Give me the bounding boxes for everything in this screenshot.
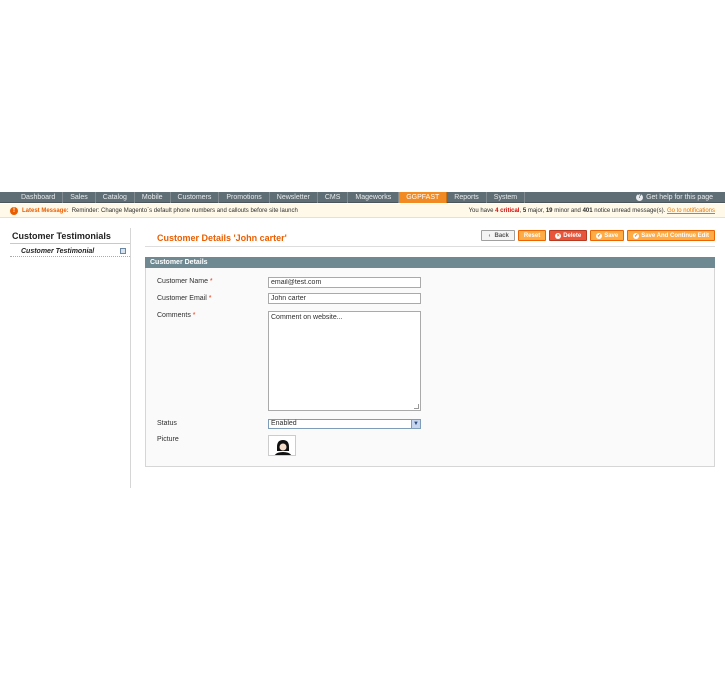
top-navigation: Dashboard Sales Catalog Mobile Customers… — [0, 191, 725, 203]
status-select[interactable]: Enabled ▼ — [268, 419, 421, 429]
back-arrow-icon: ‹ — [488, 232, 491, 239]
save-check-icon: ✓ — [596, 232, 603, 239]
save-button-label: Save — [604, 232, 619, 239]
picture-label: Picture — [157, 436, 179, 443]
chevron-down-icon: ▼ — [411, 420, 420, 428]
notice-summary: You have 4 critical, 5 major, 19 minor a… — [468, 208, 715, 214]
nav-item-customers[interactable]: Customers — [171, 191, 220, 203]
notice-summary-prefix: You have — [468, 208, 494, 214]
customer-email-input[interactable] — [268, 293, 421, 304]
nav-item-dashboard[interactable]: Dashboard — [14, 191, 64, 203]
nav-item-mageworks[interactable]: Mageworks — [348, 191, 400, 203]
notification-bar: ! Latest Message: Reminder: Change Magen… — [0, 204, 725, 218]
status-value: Enabled — [271, 420, 297, 427]
customer-email-label: Customer Email * — [157, 295, 211, 302]
nav-item-catalog[interactable]: Catalog — [96, 191, 135, 203]
help-icon: ? — [636, 194, 644, 201]
customer-name-label: Customer Name * — [157, 278, 213, 285]
customer-email-label-text: Customer Email — [157, 295, 207, 302]
nav-item-promotions[interactable]: Promotions — [219, 191, 270, 203]
notice-count-label: notice unread message(s). — [594, 208, 666, 214]
sidebar-item-customer-testimonial[interactable]: Customer Testimonial — [10, 246, 130, 257]
delete-icon: × — [555, 232, 562, 239]
go-to-notifications-link[interactable]: Go to notifications — [667, 208, 715, 214]
nav-item-system[interactable]: System — [487, 191, 526, 203]
notice-label: Latest Message: — [22, 207, 69, 214]
comments-label-text: Comments — [157, 312, 191, 319]
customer-name-input[interactable] — [268, 277, 421, 288]
delete-button[interactable]: × Delete — [549, 230, 588, 241]
nav-item-ggpfast[interactable]: GGPFAST — [399, 191, 448, 203]
reset-button-label: Reset — [523, 232, 541, 239]
page-title: Customer Details 'John carter' — [157, 233, 287, 243]
action-buttons: ‹ Back Reset × Delete ✓ Save ✓ Save And … — [480, 230, 715, 241]
notice-count: 401 — [582, 208, 593, 214]
back-button-label: Back — [494, 232, 509, 239]
customer-name-label-text: Customer Name — [157, 278, 208, 285]
sidebar-title: Customer Testimonials — [10, 228, 130, 244]
sidebar-item-label: Customer Testimonial — [21, 248, 95, 255]
save-and-continue-button-label: Save And Continue Edit — [641, 232, 709, 239]
customer-details-form: Customer Name * Customer Email * Comment… — [145, 268, 715, 467]
comments-textarea[interactable]: Comment on website... — [268, 311, 421, 411]
major-count: 5 — [522, 208, 527, 214]
required-mark: * — [208, 295, 212, 302]
status-label: Status — [157, 420, 177, 427]
required-mark: * — [209, 278, 213, 285]
save-state-icon — [120, 248, 126, 254]
save-button[interactable]: ✓ Save — [590, 230, 625, 241]
required-mark: * — [192, 312, 196, 319]
comments-label: Comments * — [157, 312, 196, 319]
nav-item-sales[interactable]: Sales — [63, 191, 96, 203]
comments-value: Comment on website... — [271, 314, 343, 321]
person-silhouette-icon — [269, 436, 295, 455]
alert-icon: ! — [10, 206, 18, 215]
sidebar: Customer Testimonials Customer Testimoni… — [10, 228, 131, 488]
back-button[interactable]: ‹ Back — [480, 230, 515, 241]
section-title: Customer Details — [145, 257, 715, 268]
nav-item-newsletter[interactable]: Newsletter — [270, 191, 318, 203]
critical-label: critical — [500, 208, 520, 214]
minor-count: 19 — [545, 208, 553, 214]
nav-item-cms[interactable]: CMS — [318, 191, 349, 203]
delete-button-label: Delete — [563, 232, 582, 239]
nav-item-mobile[interactable]: Mobile — [135, 191, 171, 203]
major-label: major — [527, 208, 543, 214]
reset-button[interactable]: Reset — [517, 230, 547, 241]
save-continue-check-icon: ✓ — [633, 232, 640, 239]
notice-text: Reminder: Change Magento`s default phone… — [71, 207, 298, 214]
help-link-label: Get help for this page — [646, 194, 713, 201]
header-divider — [145, 246, 715, 247]
minor-label: minor and — [554, 208, 581, 214]
resize-handle-icon[interactable] — [414, 404, 419, 409]
nav-item-reports[interactable]: Reports — [447, 191, 487, 203]
help-link[interactable]: ? Get help for this page — [636, 192, 713, 203]
save-and-continue-button[interactable]: ✓ Save And Continue Edit — [627, 230, 715, 241]
customer-picture — [268, 435, 296, 456]
critical-count: 4 — [495, 208, 499, 214]
